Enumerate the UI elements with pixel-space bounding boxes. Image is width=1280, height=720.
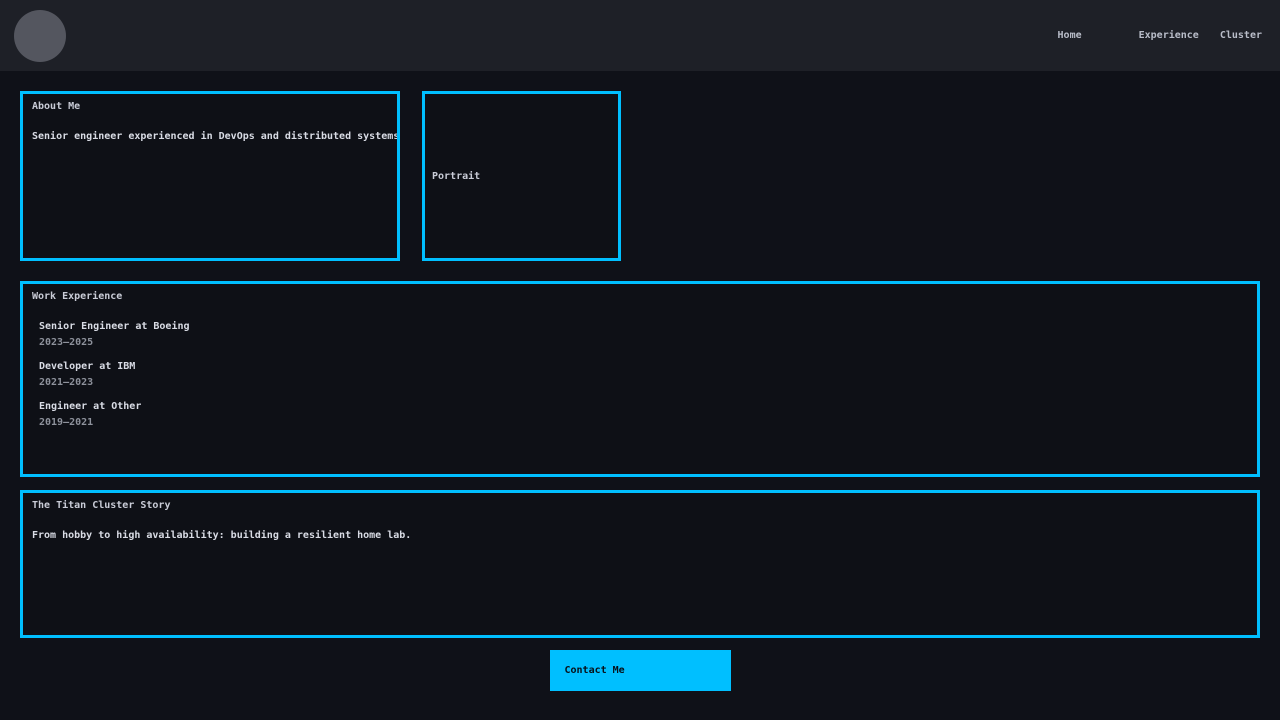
work-item-role: Developer at IBM (39, 361, 1248, 372)
work-item: Engineer at Other 2019–2021 (39, 401, 1248, 428)
work-experience-card: Work Experience Senior Engineer at Boein… (20, 281, 1260, 477)
work-experience-title: Work Experience (32, 291, 1248, 302)
cluster-story-card: The Titan Cluster Story From hobby to hi… (20, 490, 1260, 638)
about-card: About Me Senior engineer experienced in … (20, 91, 400, 261)
work-item-period: 2023–2025 (39, 337, 1248, 348)
top-row: About Me Senior engineer experienced in … (20, 91, 1260, 261)
work-item-period: 2019–2021 (39, 417, 1248, 428)
nav-link-cluster[interactable]: Cluster (1220, 30, 1262, 41)
about-title: About Me (32, 101, 388, 112)
work-item-period: 2021–2023 (39, 377, 1248, 388)
work-item-role: Senior Engineer at Boeing (39, 321, 1248, 332)
cluster-story-body: From hobby to high availability: buildin… (32, 530, 1248, 541)
avatar[interactable] (14, 10, 66, 62)
nav-link-home[interactable]: Home (1058, 30, 1082, 41)
work-item-role: Engineer at Other (39, 401, 1248, 412)
work-item: Developer at IBM 2021–2023 (39, 361, 1248, 388)
portrait-card: Portrait (422, 91, 621, 261)
nav-links: Home Experience Cluster (1058, 30, 1262, 41)
work-experience-list: Senior Engineer at Boeing 2023–2025 Deve… (39, 321, 1248, 428)
work-item: Senior Engineer at Boeing 2023–2025 (39, 321, 1248, 348)
about-body: Senior engineer experienced in DevOps an… (32, 131, 388, 142)
contact-me-button[interactable]: Contact Me (550, 650, 731, 691)
portrait-placeholder-label: Portrait (432, 171, 480, 182)
cluster-story-title: The Titan Cluster Story (32, 500, 1248, 511)
main-content: About Me Senior engineer experienced in … (0, 71, 1280, 711)
contact-row: Contact Me (20, 650, 1260, 691)
navbar: Home Experience Cluster (0, 0, 1280, 71)
nav-link-experience[interactable]: Experience (1139, 30, 1199, 41)
